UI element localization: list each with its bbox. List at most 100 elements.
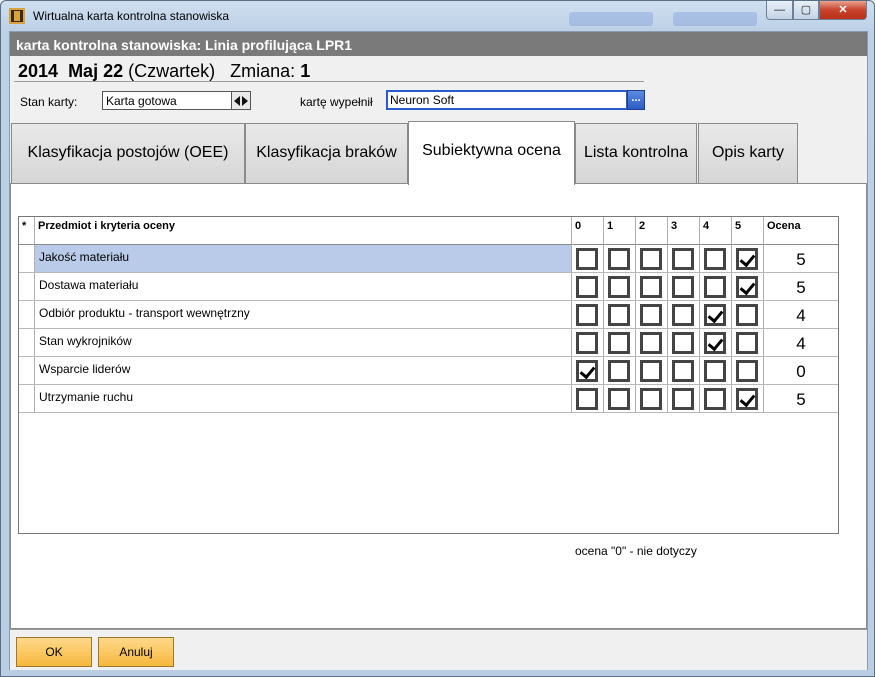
score-value: 4 xyxy=(796,306,806,325)
rating-checkbox[interactable] xyxy=(640,332,662,354)
rating-checkbox[interactable] xyxy=(704,248,726,270)
criterion-name: Utrzymanie ruchu xyxy=(35,385,572,412)
rating-checkbox[interactable] xyxy=(672,248,694,270)
close-button[interactable]: ✕ xyxy=(819,1,867,20)
rating-cell xyxy=(572,329,604,356)
rating-checkbox[interactable] xyxy=(704,304,726,326)
rating-checkbox[interactable] xyxy=(608,332,630,354)
rating-cell xyxy=(668,245,700,272)
table-row[interactable]: Odbiór produktu - transport wewnętrzny 4 xyxy=(19,301,838,329)
rating-checkbox[interactable] xyxy=(672,360,694,382)
table-row[interactable]: Jakość materiału 5 xyxy=(19,245,838,273)
browse-button[interactable]: ... xyxy=(627,90,645,110)
rating-cell xyxy=(572,245,604,272)
tab-panel: * Przedmiot i kryteria oceny 0 1 2 3 4 5… xyxy=(10,183,867,629)
rating-cell xyxy=(668,273,700,300)
minimize-button[interactable]: — xyxy=(766,1,793,20)
rating-checkbox[interactable] xyxy=(672,304,694,326)
column-header-level: 4 xyxy=(700,217,732,245)
table-row[interactable]: Wsparcie liderów 0 xyxy=(19,357,838,385)
rating-checkbox[interactable] xyxy=(736,332,758,354)
row-indicator xyxy=(19,357,35,384)
rating-checkbox[interactable] xyxy=(608,360,630,382)
rating-cell xyxy=(604,245,636,272)
rating-cell xyxy=(668,329,700,356)
column-header-star: * xyxy=(19,217,35,245)
column-header-level: 5 xyxy=(732,217,764,245)
rating-checkbox[interactable] xyxy=(640,276,662,298)
rating-checkbox[interactable] xyxy=(736,388,758,410)
row-indicator xyxy=(19,273,35,300)
rating-cell xyxy=(572,385,604,412)
rating-checkbox[interactable] xyxy=(704,332,726,354)
tab-card-description[interactable]: Opis karty xyxy=(698,123,798,183)
rating-cell xyxy=(700,329,732,356)
status-spinner[interactable] xyxy=(231,91,251,110)
filled-by-field[interactable]: Neuron Soft xyxy=(386,90,628,110)
table-row[interactable]: Utrzymanie ruchu 5 xyxy=(19,385,838,413)
criterion-name: Dostawa materiału xyxy=(35,273,572,300)
status-label: Stan karty: xyxy=(20,95,78,109)
rating-cell xyxy=(700,245,732,272)
maximize-button[interactable]: ▢ xyxy=(793,1,819,20)
date-weekday: (Czwartek) xyxy=(128,61,216,81)
rating-cell xyxy=(732,301,764,328)
tab-checklist[interactable]: Lista kontrolna xyxy=(575,123,697,183)
table-row[interactable]: Dostawa materiału 5 xyxy=(19,273,838,301)
rating-checkbox[interactable] xyxy=(576,304,598,326)
rating-checkbox[interactable] xyxy=(736,276,758,298)
score-value: 0 xyxy=(796,362,806,381)
rating-checkbox[interactable] xyxy=(640,360,662,382)
column-header-level: 1 xyxy=(604,217,636,245)
rating-checkbox[interactable] xyxy=(576,248,598,270)
rating-checkbox[interactable] xyxy=(640,304,662,326)
score-value: 5 xyxy=(796,390,806,409)
rating-cell xyxy=(572,301,604,328)
rating-checkbox[interactable] xyxy=(672,388,694,410)
header-bar: karta kontrolna stanowiska: Linia profil… xyxy=(10,32,867,56)
rating-checkbox[interactable] xyxy=(576,332,598,354)
rating-cell xyxy=(636,385,668,412)
tab-defect-classification[interactable]: Klasyfikacja braków xyxy=(245,123,408,183)
rating-cell xyxy=(700,301,732,328)
rating-cell xyxy=(668,385,700,412)
rating-checkbox[interactable] xyxy=(704,276,726,298)
rating-checkbox[interactable] xyxy=(640,248,662,270)
rating-cell xyxy=(604,357,636,384)
row-indicator xyxy=(19,301,35,328)
rating-checkbox[interactable] xyxy=(704,388,726,410)
rating-checkbox[interactable] xyxy=(608,276,630,298)
rating-checkbox[interactable] xyxy=(576,388,598,410)
rating-checkbox[interactable] xyxy=(736,304,758,326)
rating-checkbox[interactable] xyxy=(704,360,726,382)
rating-checkbox[interactable] xyxy=(608,304,630,326)
rating-checkbox[interactable] xyxy=(608,388,630,410)
score-value: 5 xyxy=(796,278,806,297)
rating-cell xyxy=(636,273,668,300)
shift-label: Zmiana: xyxy=(230,61,296,81)
table-row[interactable]: Stan wykrojników 4 xyxy=(19,329,838,357)
rating-checkbox[interactable] xyxy=(736,360,758,382)
date-month-day: Maj 22 xyxy=(68,61,124,81)
rating-checkbox[interactable] xyxy=(576,360,598,382)
rating-cell xyxy=(732,273,764,300)
rating-checkbox[interactable] xyxy=(736,248,758,270)
status-field[interactable]: Karta gotowa xyxy=(102,91,232,110)
tab-subjective-rating[interactable]: Subiektywna ocena xyxy=(408,121,575,185)
rating-cell xyxy=(668,301,700,328)
rating-checkbox[interactable] xyxy=(640,388,662,410)
column-header-level: 0 xyxy=(572,217,604,245)
title-bar[interactable]: Wirtualna karta kontrolna stanowiska — ▢… xyxy=(1,1,874,31)
rating-checkbox[interactable] xyxy=(576,276,598,298)
rating-cell xyxy=(668,357,700,384)
tab-downtime-classification[interactable]: Klasyfikacja postojów (OEE) xyxy=(11,123,245,183)
background-window-ghost xyxy=(569,12,653,26)
date-underline xyxy=(14,81,644,82)
rating-checkbox[interactable] xyxy=(672,332,694,354)
cancel-button[interactable]: Anuluj xyxy=(98,637,174,667)
rating-cell xyxy=(636,301,668,328)
ok-button[interactable]: OK xyxy=(16,637,92,667)
rating-checkbox[interactable] xyxy=(608,248,630,270)
rating-checkbox[interactable] xyxy=(672,276,694,298)
rating-note: ocena "0" - nie dotyczy xyxy=(575,544,697,558)
